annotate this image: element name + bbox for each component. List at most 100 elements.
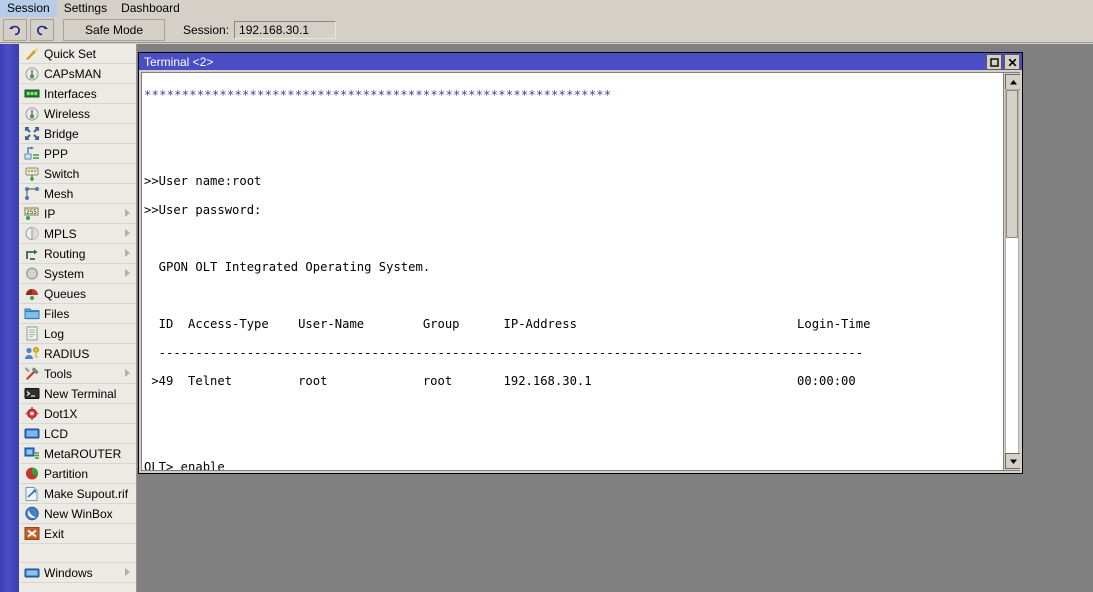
exit-icon <box>23 526 40 542</box>
sidebar-item-dot1x[interactable]: Dot1X <box>19 404 136 424</box>
menu-bar: Session Settings Dashboard <box>0 0 1093 18</box>
sidebar-item-label: Mesh <box>44 187 73 201</box>
supout-icon <box>23 486 40 502</box>
maximize-icon <box>990 58 999 67</box>
sidebar-item-wireless[interactable]: Wireless <box>19 104 136 124</box>
sidebar-item-queues[interactable]: Queues <box>19 284 136 304</box>
sidebar-item-make-supout-rif[interactable]: Make Supout.rif <box>19 484 136 504</box>
folder-icon <box>23 306 40 322</box>
sidebar-item-windows[interactable]: Windows <box>19 563 136 583</box>
gear-icon <box>23 266 40 282</box>
session-label: Session: <box>183 23 229 37</box>
sidebar-item-tools[interactable]: Tools <box>19 364 136 384</box>
sidebar-item-label: Bridge <box>44 127 79 141</box>
sidebar-item-exit[interactable]: Exit <box>19 524 136 544</box>
sidebar-item-label: Dot1X <box>44 407 77 421</box>
sidebar-item-interfaces[interactable]: Interfaces <box>19 84 136 104</box>
sidebar-item-files[interactable]: Files <box>19 304 136 324</box>
close-button[interactable] <box>1004 54 1020 70</box>
scroll-track[interactable] <box>1005 89 1019 454</box>
terminal-line-enable: OLT> enable <box>144 460 1002 470</box>
chevron-right-icon <box>125 369 130 377</box>
sidebar-item-mpls[interactable]: MPLS <box>19 224 136 244</box>
routing-icon <box>23 246 40 262</box>
terminal-title-bar[interactable]: Terminal <2> <box>139 53 1022 70</box>
terminal-output-area[interactable]: ****************************************… <box>141 72 1020 471</box>
terminal-line <box>144 145 1002 159</box>
sidebar-item-new-terminal[interactable]: New Terminal <box>19 384 136 404</box>
scroll-thumb[interactable] <box>1006 90 1018 238</box>
sidebar-item-ppp[interactable]: PPP <box>19 144 136 164</box>
sidebar-item-radius[interactable]: RADIUS <box>19 344 136 364</box>
safe-mode-button[interactable]: Safe Mode <box>63 19 165 41</box>
sidebar-item-label: New WinBox <box>44 507 113 521</box>
windows-icon <box>23 565 40 581</box>
switch-icon <box>23 166 40 182</box>
sidebar-menu: Quick Set CAPsMAN Interfaces Wireless Bridge… <box>19 44 137 592</box>
terminal-body: ****************************************… <box>139 70 1022 473</box>
mesh-icon <box>23 186 40 202</box>
redo-button[interactable] <box>30 19 54 41</box>
sidebar-item-new-winbox[interactable]: New WinBox <box>19 504 136 524</box>
mpls-icon <box>23 226 40 242</box>
sidebar-item-label: System <box>44 267 84 281</box>
toolbar: Safe Mode Session: 192.168.30.1 <box>0 17 1093 43</box>
terminal-window: Terminal <2> <box>138 52 1023 474</box>
sidebar-item-label: PPP <box>44 147 68 161</box>
sidebar-item-label: Tools <box>44 367 72 381</box>
sidebar-item-label: IP <box>44 207 55 221</box>
antenna-icon <box>23 106 40 122</box>
sidebar-item-metarouter[interactable]: MetaROUTER <box>19 444 136 464</box>
dot1x-icon <box>23 406 40 422</box>
sidebar-item-bridge[interactable]: Bridge <box>19 124 136 144</box>
scroll-up-button[interactable] <box>1005 74 1020 90</box>
sidebar-item-lcd[interactable]: LCD <box>19 424 136 444</box>
sidebar-item-label: New Terminal <box>44 387 116 401</box>
menu-item-dashboard[interactable]: Dashboard <box>114 0 187 17</box>
sidebar-item-capsman[interactable]: CAPsMAN <box>19 64 136 84</box>
menu-item-settings[interactable]: Settings <box>57 0 114 17</box>
terminal-line-table-header: ID Access-Type User-Name Group IP-Addres… <box>144 317 1002 331</box>
menu-item-session[interactable]: Session <box>0 0 57 17</box>
sidebar-item-mesh[interactable]: Mesh <box>19 184 136 204</box>
antenna-icon <box>23 66 40 82</box>
sidebar-item-partition[interactable]: Partition <box>19 464 136 484</box>
radius-user-key-icon <box>23 346 40 362</box>
sidebar-item-label: Exit <box>44 527 64 541</box>
scroll-down-button[interactable] <box>1005 453 1020 469</box>
sidebar-item-label: Wireless <box>44 107 90 121</box>
terminal-icon <box>23 386 40 402</box>
terminal-line-username: >>User name:root <box>144 174 1002 188</box>
ppp-icon <box>23 146 40 162</box>
sidebar-item-label: Quick Set <box>44 47 96 61</box>
sidebar-item-label: CAPsMAN <box>44 67 101 81</box>
terminal-line <box>144 431 1002 445</box>
sidebar-item-ip[interactable]: 255 IP <box>19 204 136 224</box>
undo-button[interactable] <box>3 19 27 41</box>
undo-arrow-icon <box>8 24 22 36</box>
sidebar-item-switch[interactable]: Switch <box>19 164 136 184</box>
safe-mode-label: Safe Mode <box>85 23 143 37</box>
sidebar-item-label: Partition <box>44 467 88 481</box>
sidebar-item-label: Routing <box>44 247 85 261</box>
sidebar-item-system[interactable]: System <box>19 264 136 284</box>
terminal-line <box>144 403 1002 417</box>
sidebar-item-routing[interactable]: Routing <box>19 244 136 264</box>
terminal-text: ****************************************… <box>144 74 1002 470</box>
terminal-vertical-scrollbar[interactable] <box>1003 73 1020 470</box>
sidebar-item-label: Windows <box>44 566 93 580</box>
terminal-line-password: >>User password: <box>144 203 1002 217</box>
svg-text:255: 255 <box>26 209 37 216</box>
winbox-icon <box>23 506 40 522</box>
sidebar-item-label: Queues <box>44 287 86 301</box>
partition-icon <box>23 466 40 482</box>
session-address-field[interactable]: 192.168.30.1 <box>234 21 336 39</box>
chevron-right-icon <box>125 568 130 576</box>
maximize-button[interactable] <box>986 54 1002 70</box>
sidebar-item-label: Switch <box>44 167 79 181</box>
sidebar-item-log[interactable]: Log <box>19 324 136 344</box>
interfaces-icon <box>23 86 40 102</box>
tools-icon <box>23 366 40 382</box>
terminal-line <box>144 117 1002 131</box>
sidebar-item-quick-set[interactable]: Quick Set <box>19 44 136 64</box>
